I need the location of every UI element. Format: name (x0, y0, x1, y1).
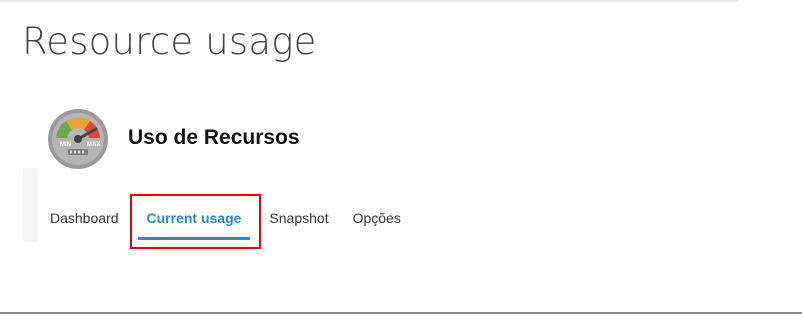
tab-label: Dashboard (50, 210, 119, 226)
tab-dashboard[interactable]: Dashboard (38, 196, 131, 244)
top-shadow (0, 0, 738, 3)
panel-edge (23, 168, 38, 242)
page-title: Resource usage (22, 20, 317, 63)
tab-label: Snapshot (269, 210, 329, 226)
gauge-min-label: MIN (60, 142, 71, 148)
page: Resource usage MIN MAX Uso de Recursos D… (0, 0, 802, 314)
app-name: Uso de Recursos (128, 126, 300, 149)
highlight-box (130, 194, 261, 249)
tab-options[interactable]: Opções (341, 196, 413, 244)
tab-label: Opções (352, 210, 401, 226)
tab-snapshot[interactable]: Snapshot (257, 196, 340, 244)
gauge-max-label: MAX (87, 142, 100, 148)
gauge-icon: MIN MAX (48, 109, 108, 169)
